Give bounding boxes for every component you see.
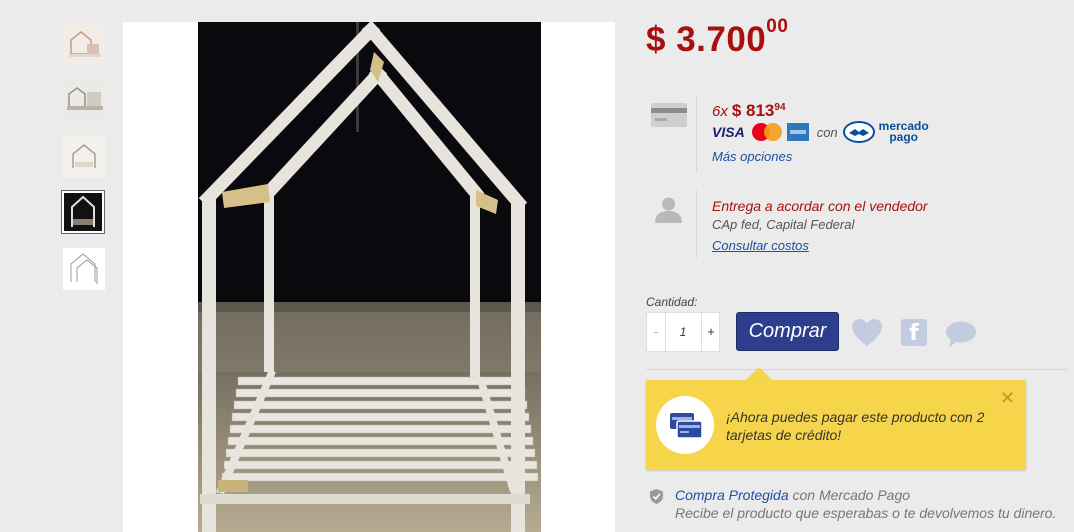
protected-purchase-link[interactable]: Compra Protegida bbox=[675, 487, 789, 503]
installments-qty: 6x bbox=[712, 103, 728, 120]
visa-logo: VISA bbox=[712, 124, 745, 140]
protected-purchase-provider: con Mercado Pago bbox=[788, 487, 911, 503]
divider bbox=[646, 369, 1068, 370]
thumbnail-2[interactable] bbox=[63, 80, 105, 122]
price-amount: $ 3.700 bbox=[646, 20, 767, 59]
buy-button[interactable]: Comprar bbox=[736, 312, 839, 351]
mastercard-logo bbox=[751, 123, 782, 141]
quantity-label: Cantidad: bbox=[646, 295, 698, 309]
quantity-input[interactable]: 1 bbox=[666, 313, 700, 351]
price-cents: 00 bbox=[766, 16, 789, 37]
installment-cents: 94 bbox=[774, 102, 786, 113]
delivery-location: CAp fed, Capital Federal bbox=[712, 217, 855, 232]
delivery-title: Entrega a acordar con el vendedor bbox=[712, 198, 928, 214]
installment-amount: $ 813 bbox=[731, 101, 775, 120]
favorite-heart-icon[interactable] bbox=[851, 318, 883, 348]
mercadopago-logo-text: mercado pago bbox=[879, 120, 929, 144]
thumbnail-4-active[interactable] bbox=[61, 190, 105, 234]
mercadopago-handshake-icon bbox=[842, 121, 875, 143]
protected-purchase: Compra Protegida con Mercado Pago bbox=[675, 487, 910, 503]
thumbnail-1[interactable] bbox=[63, 24, 105, 66]
mp-line2: pago bbox=[889, 130, 918, 144]
product-price: $ 3.70000 bbox=[646, 17, 788, 60]
banner-message: ¡Ahora puedes pagar este producto con 2 … bbox=[726, 409, 985, 443]
two-cards-banner: ¡Ahora puedes pagar este producto con 2 … bbox=[646, 380, 1026, 470]
two-credit-cards-icon bbox=[656, 396, 714, 454]
credit-card-icon bbox=[651, 103, 687, 127]
consult-shipping-costs-link[interactable]: Consultar costos bbox=[712, 238, 809, 253]
installments-info: 6x $ 81394 bbox=[712, 101, 786, 121]
thumbnail-3[interactable] bbox=[63, 136, 105, 178]
thumbnail-5[interactable] bbox=[63, 248, 105, 290]
product-photo[interactable] bbox=[198, 22, 541, 532]
person-icon bbox=[655, 197, 682, 223]
close-icon[interactable]: ✕ bbox=[1000, 388, 1015, 409]
payment-methods: VISA con mercado pago bbox=[712, 120, 929, 144]
chat-bubble-icon[interactable] bbox=[945, 320, 977, 348]
con-label: con bbox=[816, 124, 838, 140]
decrement-button[interactable]: - bbox=[647, 313, 666, 351]
quantity-stepper: - 1 + bbox=[646, 312, 720, 352]
more-payment-options-link[interactable]: Más opciones bbox=[712, 149, 792, 164]
increment-button[interactable]: + bbox=[701, 313, 720, 351]
divider bbox=[696, 96, 697, 172]
shield-icon bbox=[650, 489, 663, 504]
amex-logo bbox=[786, 123, 809, 141]
divider bbox=[696, 190, 697, 258]
main-image-container bbox=[123, 22, 615, 532]
facebook-share-icon[interactable]: f bbox=[901, 319, 927, 346]
banner-arrow bbox=[745, 367, 773, 381]
